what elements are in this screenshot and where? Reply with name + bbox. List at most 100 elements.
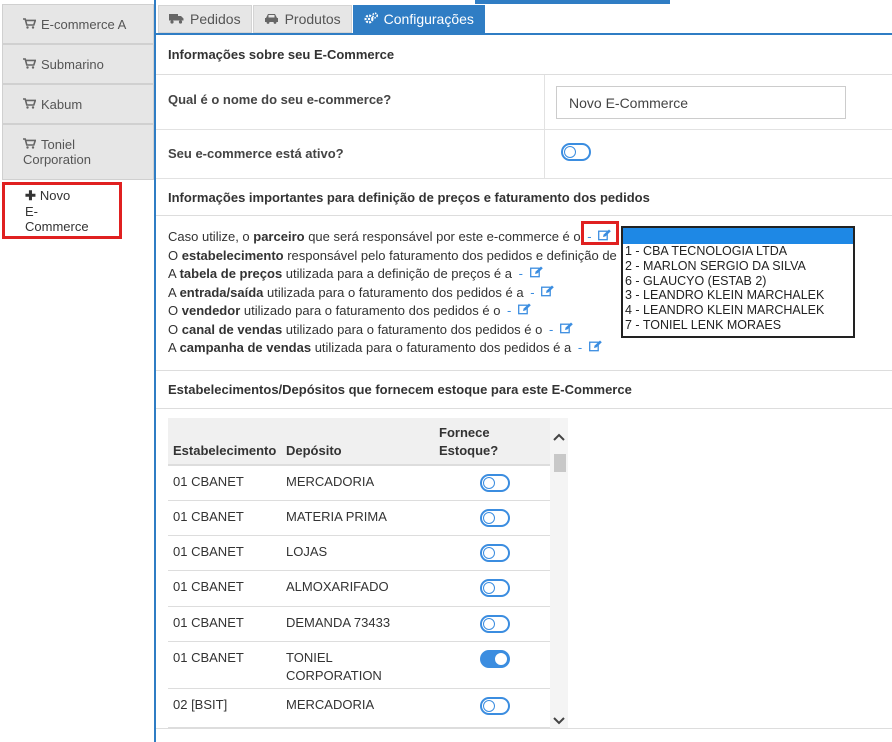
- fornece-estoque-toggle[interactable]: [480, 650, 510, 668]
- tab-pedidos[interactable]: Pedidos: [158, 5, 252, 33]
- cell-divider: [544, 75, 545, 129]
- table-row: 01 CBANET TONIEL CORPORATION: [168, 642, 550, 689]
- sidebar-item-label: E-Commerce: [25, 203, 89, 234]
- parceiro-select-list[interactable]: 1 - CBA TECNOLOGIA LTDA 2 - MARLON SERGI…: [621, 226, 855, 338]
- pricing-info-list: Caso utilize, o parceiro que será respon…: [168, 228, 628, 358]
- info-text: A: [168, 266, 180, 281]
- scroll-thumb[interactable]: [554, 454, 566, 472]
- sidebar-item-label: E-commerce A: [41, 16, 127, 32]
- ecommerce-name-input[interactable]: [556, 86, 846, 119]
- select-option[interactable]: 1 - CBA TECNOLOGIA LTDA: [623, 244, 853, 259]
- col-header-estabelecimento: Estabelecimento: [173, 443, 277, 458]
- tab-configuracoes[interactable]: Configurações: [352, 5, 485, 33]
- info-text-bold: estabelecimento: [181, 247, 284, 263]
- fornece-estoque-toggle[interactable]: [480, 474, 510, 492]
- info-text-bold: vendedor: [181, 303, 241, 318]
- active-label: Seu e-commerce está ativo?: [168, 146, 344, 161]
- info-line-estabelecimento: O estabelecimento responsável pelo fatur…: [168, 247, 628, 266]
- truck-icon: [169, 11, 184, 27]
- sidebar-item-novo-ecommerce[interactable]: ✚ Novo E-Commerce: [2, 182, 122, 239]
- info-text: utilizado para o faturamento dos pedidos…: [240, 303, 501, 318]
- chevron-up-icon[interactable]: [552, 430, 566, 444]
- cart-icon: [23, 97, 37, 112]
- fornece-estoque-toggle[interactable]: [480, 697, 510, 715]
- active-toggle[interactable]: [561, 143, 591, 161]
- cell-estabelecimento: 01 CBANET: [173, 650, 244, 665]
- select-option[interactable]: 6 - GLAUCYO (ESTAB 2): [623, 274, 853, 289]
- fornece-estoque-toggle[interactable]: [480, 509, 510, 527]
- table-row: 01 CBANET DEMANDA 73433: [168, 607, 550, 642]
- fornece-estoque-toggle[interactable]: [480, 544, 510, 562]
- info-text: A: [168, 284, 180, 300]
- cell-estabelecimento: 01 CBANET: [173, 474, 244, 489]
- empty-value-dash: -: [503, 303, 512, 318]
- info-text-bold: entrada/saída: [179, 284, 264, 300]
- info-text: O: [168, 321, 182, 337]
- form-row-name: Qual é o nome do seu e-commerce?: [156, 75, 892, 130]
- info-text-bold: canal de vendas: [181, 321, 283, 337]
- edit-icon[interactable]: [541, 284, 554, 302]
- fornece-estoque-toggle[interactable]: [480, 579, 510, 597]
- info-line-entrada-saida: A entrada/saída utilizada para o faturam…: [168, 284, 628, 303]
- sidebar-item-ecommerce-a[interactable]: E-commerce A: [2, 4, 154, 44]
- form-row-active: Seu e-commerce está ativo?: [156, 130, 892, 179]
- section-title-info: Informações sobre seu E-Commerce: [156, 35, 892, 75]
- empty-value-dash: -: [526, 284, 535, 300]
- edit-icon-highlight: [581, 221, 619, 245]
- cell-deposito: DEMANDA 73433: [286, 615, 391, 630]
- select-option[interactable]: 2 - MARLON SERGIO DA SILVA: [623, 259, 853, 274]
- sidebar-item-toniel-corporation[interactable]: Toniel Corporation: [2, 124, 154, 180]
- sidebar-item-label: Toniel: [41, 137, 75, 152]
- edit-icon[interactable]: [559, 321, 573, 339]
- section-title-text: Informações sobre seu E-Commerce: [168, 47, 395, 62]
- sidebar-item-label: Kabum: [41, 96, 83, 112]
- cell-deposito-line2: CORPORATION: [286, 668, 382, 683]
- tab-label: Produtos: [284, 11, 341, 27]
- info-text: utilizado para o faturamento dos pedidos…: [282, 321, 543, 337]
- cell-deposito: TONIEL: [286, 650, 333, 665]
- sidebar: E-commerce A Submarino Kabum Toniel Corp…: [0, 0, 155, 742]
- info-line-campanha-vendas: A campanha de vendas utilizada para o fa…: [168, 339, 628, 358]
- chevron-down-icon[interactable]: [552, 714, 566, 728]
- info-line-canal-vendas: O canal de vendas utilizado para o fatur…: [168, 321, 628, 340]
- cell-deposito: MERCADORIA: [286, 474, 375, 489]
- edit-icon[interactable]: [588, 339, 602, 357]
- table-row: 01 CBANET MERCADORIA: [168, 466, 550, 501]
- fornece-estoque-toggle[interactable]: [480, 615, 510, 633]
- select-option[interactable]: 3 - LEANDRO KLEIN MARCHALEK: [623, 288, 853, 303]
- cell-divider: [544, 130, 545, 178]
- info-text-bold: campanha de vendas: [179, 340, 312, 355]
- edit-icon[interactable]: [518, 302, 531, 320]
- info-line-vendedor: O vendedor utilizado para o faturamento …: [168, 302, 628, 321]
- tab-produtos[interactable]: Produtos: [252, 5, 352, 33]
- sidebar-item-submarino[interactable]: Submarino: [2, 44, 154, 84]
- info-text: A: [168, 340, 180, 355]
- gears-icon: [364, 11, 378, 27]
- info-text: Caso utilize, o: [168, 229, 254, 244]
- table-row: 01 CBANET ALMOXARIFADO: [168, 571, 550, 607]
- content-bottom-border: [156, 728, 892, 729]
- info-line-parceiro: Caso utilize, o parceiro que será respon…: [168, 228, 628, 247]
- section-title-text: Informações importantes para definição d…: [168, 189, 650, 205]
- stock-table: Estabelecimento Depósito Fornece Estoque…: [168, 418, 568, 728]
- table-header: Estabelecimento Depósito Fornece Estoque…: [168, 418, 550, 466]
- selected-empty-option[interactable]: [623, 228, 853, 244]
- sidebar-item-label: Corporation: [23, 152, 91, 167]
- cell-estabelecimento: 02 [BSIT]: [173, 697, 228, 712]
- car-icon: [264, 11, 279, 27]
- cell-deposito: MERCADORIA: [286, 697, 375, 712]
- tab-label: Pedidos: [190, 11, 241, 27]
- sidebar-item-label: Submarino: [41, 56, 104, 72]
- table-scrollbar[interactable]: [550, 418, 568, 728]
- section-title-stock: Estabelecimentos/Depósitos que fornecem …: [156, 370, 892, 409]
- table-row: 01 CBANET MATERIA PRIMA: [168, 501, 550, 536]
- table-row: 02 [BSIT] MERCADORIA: [168, 689, 550, 728]
- sidebar-item-kabum[interactable]: Kabum: [2, 84, 154, 124]
- cell-estabelecimento: 01 CBANET: [173, 579, 244, 594]
- sidebar-item-label: Novo: [39, 187, 71, 203]
- select-option[interactable]: 7 - TONIEL LENK MORAES: [623, 318, 853, 333]
- cart-icon: [23, 57, 37, 72]
- select-option[interactable]: 4 - LEANDRO KLEIN MARCHALEK: [623, 303, 853, 318]
- edit-icon[interactable]: [529, 265, 543, 283]
- cart-icon: [23, 17, 37, 32]
